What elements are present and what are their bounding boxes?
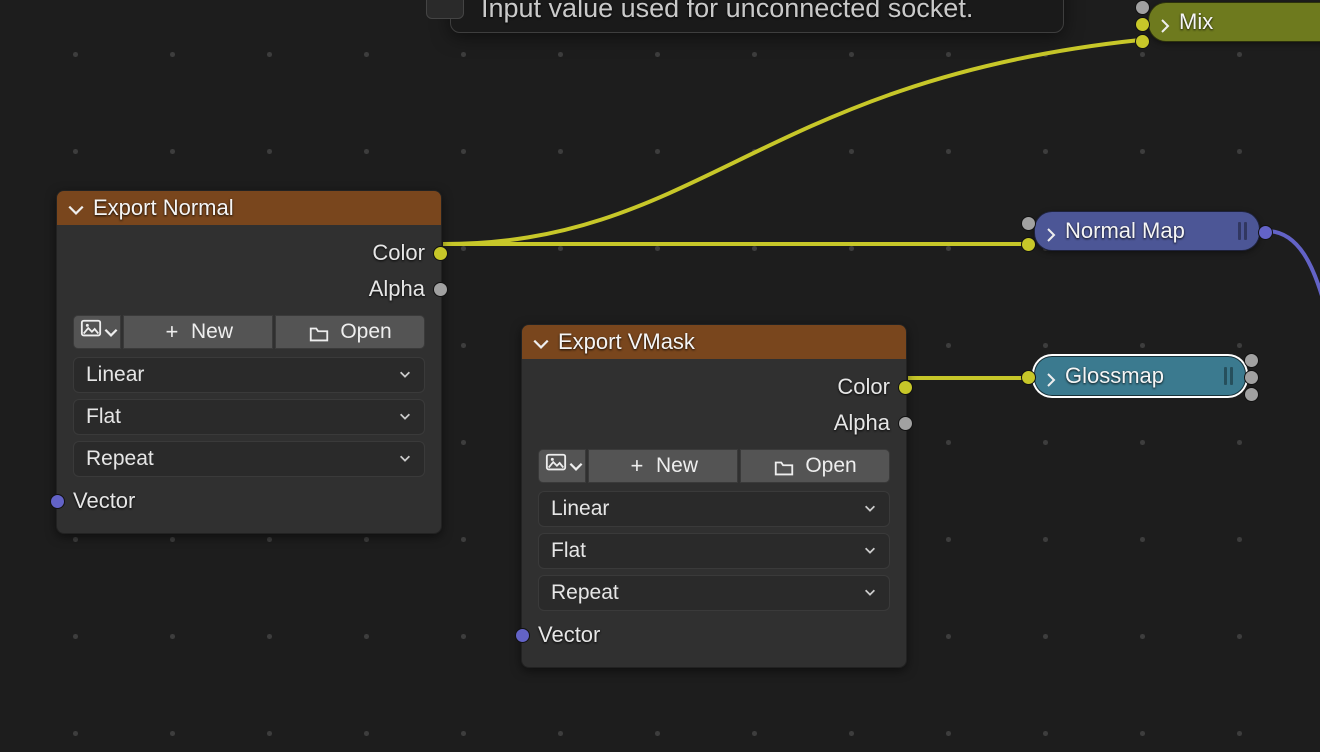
output-color-row: Color [73, 235, 425, 271]
interpolation-dropdown[interactable]: Linear [73, 357, 425, 393]
folder-icon [308, 323, 330, 341]
image-browse-button[interactable] [73, 315, 121, 349]
extension-dropdown[interactable]: Repeat [73, 441, 425, 477]
output-color-label: Color [837, 374, 890, 400]
normalmap-input-strength-socket[interactable] [1021, 216, 1036, 231]
input-vector-label: Vector [538, 622, 600, 648]
new-image-button[interactable]: + New [123, 315, 273, 349]
extension-dropdown[interactable]: Repeat [538, 575, 890, 611]
chevron-right-icon [1157, 14, 1173, 30]
extension-value: Repeat [86, 447, 154, 471]
new-label: New [191, 320, 233, 344]
chevron-down-icon [863, 539, 877, 563]
normalmap-title: Normal Map [1065, 218, 1185, 244]
interpolation-value: Linear [551, 497, 609, 521]
chevron-down-icon [398, 405, 412, 429]
node-export-vmask[interactable]: Export VMask Color Alpha + New [521, 324, 907, 668]
chevron-down-icon [863, 581, 877, 605]
projection-value: Flat [86, 405, 121, 429]
collapse-chevron-icon[interactable] [532, 333, 550, 351]
input-vector-row: Vector [538, 617, 890, 653]
output-color-label: Color [372, 240, 425, 266]
image-icon [80, 318, 102, 346]
glossmap-title: Glossmap [1065, 363, 1164, 389]
chevron-down-icon [398, 447, 412, 471]
output-color-socket[interactable] [433, 246, 448, 261]
node-normal-map-collapsed[interactable]: Normal Map [1034, 211, 1260, 251]
mix-input-socket-color1[interactable] [1135, 17, 1150, 32]
input-vector-socket[interactable] [515, 628, 530, 643]
output-alpha-socket[interactable] [433, 282, 448, 297]
collapse-chevron-icon[interactable] [67, 199, 85, 217]
image-icon [545, 452, 567, 480]
plus-icon: + [628, 453, 646, 479]
chevron-right-icon [1043, 368, 1059, 384]
chevron-right-icon [1043, 223, 1059, 239]
folder-icon [773, 457, 795, 475]
tooltip-info-icon [426, 0, 464, 19]
output-alpha-row: Alpha [73, 271, 425, 307]
open-image-button[interactable]: Open [275, 315, 425, 349]
chevron-down-icon [863, 497, 877, 521]
socket-tooltip: Input value used for unconnected socket. [450, 0, 1064, 33]
output-alpha-label: Alpha [834, 410, 890, 436]
open-label: Open [340, 320, 391, 344]
output-color-row: Color [538, 369, 890, 405]
interpolation-value: Linear [86, 363, 144, 387]
mix-input-socket-color2[interactable] [1135, 34, 1150, 49]
input-vector-label: Vector [73, 488, 135, 514]
node-header[interactable]: Export VMask [522, 325, 906, 359]
output-alpha-row: Alpha [538, 405, 890, 441]
normalmap-input-color-socket[interactable] [1021, 237, 1036, 252]
projection-dropdown[interactable]: Flat [73, 399, 425, 435]
image-browse-button[interactable] [538, 449, 586, 483]
node-glossmap-collapsed[interactable]: Glossmap [1034, 356, 1246, 396]
chevron-down-icon [567, 457, 585, 475]
extension-value: Repeat [551, 581, 619, 605]
projection-dropdown[interactable]: Flat [538, 533, 890, 569]
node-mix-collapsed[interactable]: Mix [1148, 2, 1320, 42]
input-vector-socket[interactable] [50, 494, 65, 509]
tooltip-text: Input value used for unconnected socket. [481, 0, 973, 24]
node-export-normal[interactable]: Export Normal Color Alpha + New [56, 190, 442, 534]
glossmap-output-socket-3[interactable] [1244, 387, 1259, 402]
node-title: Export Normal [93, 195, 234, 221]
glossmap-output-socket-2[interactable] [1244, 370, 1259, 385]
output-alpha-socket[interactable] [898, 416, 913, 431]
image-source-row: + New Open [73, 315, 425, 349]
node-header[interactable]: Export Normal [57, 191, 441, 225]
new-image-button[interactable]: + New [588, 449, 738, 483]
chevron-down-icon [102, 323, 120, 341]
projection-value: Flat [551, 539, 586, 563]
image-source-row: + New Open [538, 449, 890, 483]
output-alpha-label: Alpha [369, 276, 425, 302]
normalmap-output-normal-socket[interactable] [1258, 225, 1273, 240]
mix-title: Mix [1179, 9, 1213, 35]
plus-icon: + [163, 319, 181, 345]
chevron-down-icon [398, 363, 412, 387]
new-label: New [656, 454, 698, 478]
glossmap-input-color-socket[interactable] [1021, 370, 1036, 385]
open-image-button[interactable]: Open [740, 449, 890, 483]
open-label: Open [805, 454, 856, 478]
node-grip-icon [1238, 222, 1247, 240]
input-vector-row: Vector [73, 483, 425, 519]
glossmap-output-socket-1[interactable] [1244, 353, 1259, 368]
output-color-socket[interactable] [898, 380, 913, 395]
mix-input-socket-fac[interactable] [1135, 0, 1150, 15]
interpolation-dropdown[interactable]: Linear [538, 491, 890, 527]
node-title: Export VMask [558, 329, 695, 355]
node-grip-icon [1224, 367, 1233, 385]
